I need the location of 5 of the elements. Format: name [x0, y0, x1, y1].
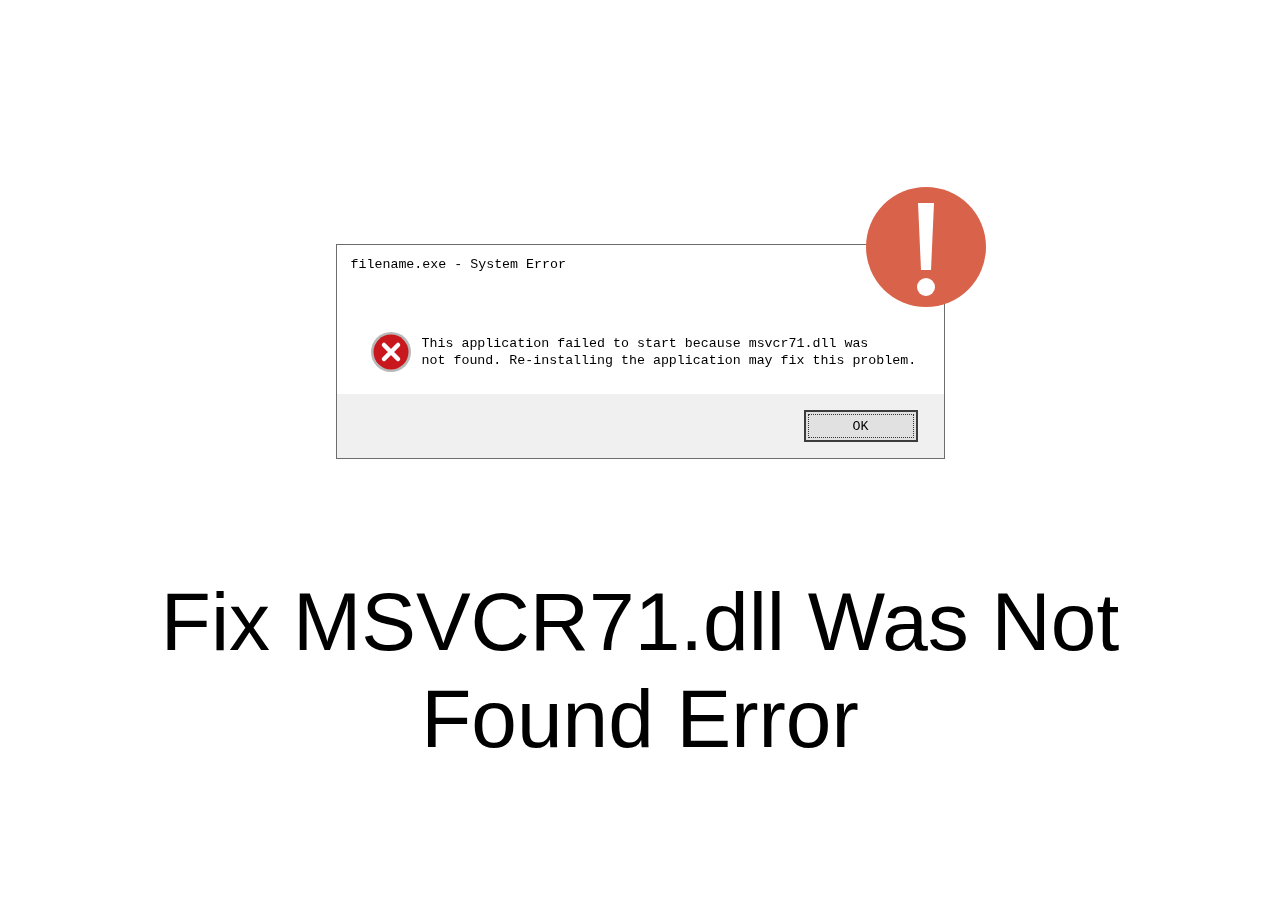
headline: Fix MSVCR71.dll Was Not Found Error [160, 575, 1120, 766]
dialog-title: filename.exe - System Error [349, 256, 567, 274]
ok-button[interactable]: OK [803, 410, 918, 442]
error-icon [369, 330, 412, 373]
error-message: This application failed to start because msvcr71.dll was not found. Re-installing the application may fix this problem. [421, 334, 917, 369]
